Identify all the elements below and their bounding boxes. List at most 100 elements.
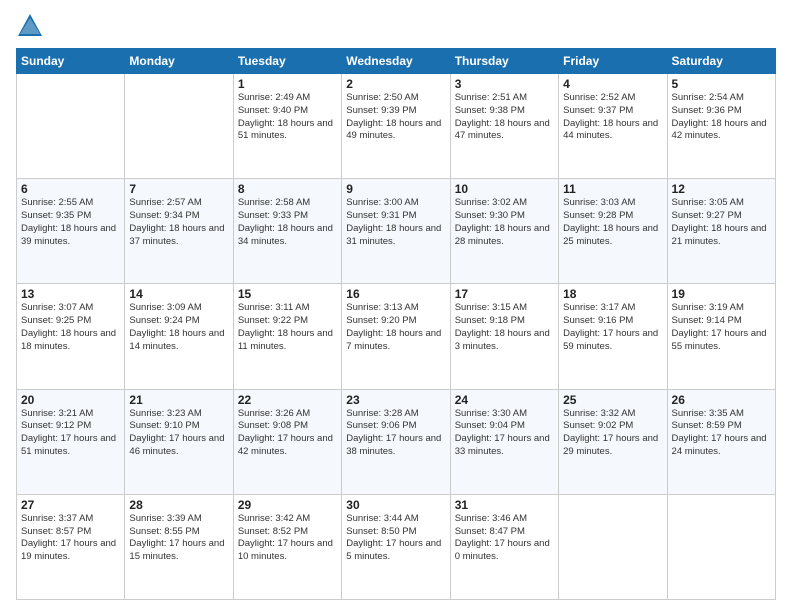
day-number: 24 [455, 393, 554, 407]
day-number: 26 [672, 393, 771, 407]
calendar-cell: 28Sunrise: 3:39 AM Sunset: 8:55 PM Dayli… [125, 494, 233, 599]
calendar-cell: 9Sunrise: 3:00 AM Sunset: 9:31 PM Daylig… [342, 179, 450, 284]
calendar-cell: 11Sunrise: 3:03 AM Sunset: 9:28 PM Dayli… [559, 179, 667, 284]
calendar-header-wednesday: Wednesday [342, 49, 450, 74]
calendar-week-4: 20Sunrise: 3:21 AM Sunset: 9:12 PM Dayli… [17, 389, 776, 494]
day-info: Sunrise: 2:51 AM Sunset: 9:38 PM Dayligh… [455, 92, 554, 143]
calendar-cell: 15Sunrise: 3:11 AM Sunset: 9:22 PM Dayli… [233, 284, 341, 389]
day-number: 10 [455, 182, 554, 196]
calendar-cell [125, 74, 233, 179]
day-number: 31 [455, 498, 554, 512]
calendar-cell: 10Sunrise: 3:02 AM Sunset: 9:30 PM Dayli… [450, 179, 558, 284]
calendar-cell: 7Sunrise: 2:57 AM Sunset: 9:34 PM Daylig… [125, 179, 233, 284]
calendar-cell: 4Sunrise: 2:52 AM Sunset: 9:37 PM Daylig… [559, 74, 667, 179]
calendar-cell: 1Sunrise: 2:49 AM Sunset: 9:40 PM Daylig… [233, 74, 341, 179]
calendar-header-sunday: Sunday [17, 49, 125, 74]
day-number: 27 [21, 498, 120, 512]
calendar-cell: 26Sunrise: 3:35 AM Sunset: 8:59 PM Dayli… [667, 389, 775, 494]
day-number: 19 [672, 287, 771, 301]
calendar-cell [559, 494, 667, 599]
day-info: Sunrise: 3:30 AM Sunset: 9:04 PM Dayligh… [455, 408, 554, 459]
day-info: Sunrise: 2:54 AM Sunset: 9:36 PM Dayligh… [672, 92, 771, 143]
day-number: 7 [129, 182, 228, 196]
calendar-cell: 19Sunrise: 3:19 AM Sunset: 9:14 PM Dayli… [667, 284, 775, 389]
day-info: Sunrise: 3:39 AM Sunset: 8:55 PM Dayligh… [129, 513, 228, 564]
day-number: 20 [21, 393, 120, 407]
calendar-cell: 12Sunrise: 3:05 AM Sunset: 9:27 PM Dayli… [667, 179, 775, 284]
day-number: 3 [455, 77, 554, 91]
day-number: 11 [563, 182, 662, 196]
day-info: Sunrise: 3:21 AM Sunset: 9:12 PM Dayligh… [21, 408, 120, 459]
calendar-cell: 18Sunrise: 3:17 AM Sunset: 9:16 PM Dayli… [559, 284, 667, 389]
header [16, 12, 776, 40]
day-info: Sunrise: 2:50 AM Sunset: 9:39 PM Dayligh… [346, 92, 445, 143]
logo-icon [16, 12, 44, 40]
day-info: Sunrise: 3:05 AM Sunset: 9:27 PM Dayligh… [672, 197, 771, 248]
day-info: Sunrise: 3:26 AM Sunset: 9:08 PM Dayligh… [238, 408, 337, 459]
calendar-cell: 29Sunrise: 3:42 AM Sunset: 8:52 PM Dayli… [233, 494, 341, 599]
page: SundayMondayTuesdayWednesdayThursdayFrid… [0, 0, 792, 612]
day-info: Sunrise: 2:55 AM Sunset: 9:35 PM Dayligh… [21, 197, 120, 248]
calendar-header-saturday: Saturday [667, 49, 775, 74]
day-info: Sunrise: 3:15 AM Sunset: 9:18 PM Dayligh… [455, 302, 554, 353]
calendar-cell: 14Sunrise: 3:09 AM Sunset: 9:24 PM Dayli… [125, 284, 233, 389]
day-info: Sunrise: 3:09 AM Sunset: 9:24 PM Dayligh… [129, 302, 228, 353]
day-info: Sunrise: 3:00 AM Sunset: 9:31 PM Dayligh… [346, 197, 445, 248]
day-info: Sunrise: 3:03 AM Sunset: 9:28 PM Dayligh… [563, 197, 662, 248]
day-number: 17 [455, 287, 554, 301]
day-info: Sunrise: 3:19 AM Sunset: 9:14 PM Dayligh… [672, 302, 771, 353]
calendar-cell: 30Sunrise: 3:44 AM Sunset: 8:50 PM Dayli… [342, 494, 450, 599]
calendar-header-row: SundayMondayTuesdayWednesdayThursdayFrid… [17, 49, 776, 74]
calendar-cell: 27Sunrise: 3:37 AM Sunset: 8:57 PM Dayli… [17, 494, 125, 599]
calendar-cell: 6Sunrise: 2:55 AM Sunset: 9:35 PM Daylig… [17, 179, 125, 284]
calendar-cell: 22Sunrise: 3:26 AM Sunset: 9:08 PM Dayli… [233, 389, 341, 494]
calendar-cell: 2Sunrise: 2:50 AM Sunset: 9:39 PM Daylig… [342, 74, 450, 179]
calendar-cell: 13Sunrise: 3:07 AM Sunset: 9:25 PM Dayli… [17, 284, 125, 389]
day-number: 5 [672, 77, 771, 91]
calendar-cell: 3Sunrise: 2:51 AM Sunset: 9:38 PM Daylig… [450, 74, 558, 179]
day-info: Sunrise: 3:02 AM Sunset: 9:30 PM Dayligh… [455, 197, 554, 248]
calendar-cell: 21Sunrise: 3:23 AM Sunset: 9:10 PM Dayli… [125, 389, 233, 494]
day-info: Sunrise: 3:35 AM Sunset: 8:59 PM Dayligh… [672, 408, 771, 459]
calendar-cell: 25Sunrise: 3:32 AM Sunset: 9:02 PM Dayli… [559, 389, 667, 494]
day-number: 2 [346, 77, 445, 91]
day-info: Sunrise: 2:57 AM Sunset: 9:34 PM Dayligh… [129, 197, 228, 248]
day-number: 22 [238, 393, 337, 407]
day-number: 25 [563, 393, 662, 407]
calendar-week-1: 1Sunrise: 2:49 AM Sunset: 9:40 PM Daylig… [17, 74, 776, 179]
day-info: Sunrise: 3:11 AM Sunset: 9:22 PM Dayligh… [238, 302, 337, 353]
day-info: Sunrise: 3:37 AM Sunset: 8:57 PM Dayligh… [21, 513, 120, 564]
day-info: Sunrise: 3:46 AM Sunset: 8:47 PM Dayligh… [455, 513, 554, 564]
day-number: 15 [238, 287, 337, 301]
day-info: Sunrise: 3:13 AM Sunset: 9:20 PM Dayligh… [346, 302, 445, 353]
day-number: 1 [238, 77, 337, 91]
day-number: 12 [672, 182, 771, 196]
calendar-header-friday: Friday [559, 49, 667, 74]
calendar-header-thursday: Thursday [450, 49, 558, 74]
calendar-table: SundayMondayTuesdayWednesdayThursdayFrid… [16, 48, 776, 600]
day-number: 29 [238, 498, 337, 512]
day-info: Sunrise: 3:44 AM Sunset: 8:50 PM Dayligh… [346, 513, 445, 564]
day-number: 8 [238, 182, 337, 196]
day-number: 18 [563, 287, 662, 301]
day-info: Sunrise: 2:49 AM Sunset: 9:40 PM Dayligh… [238, 92, 337, 143]
calendar-cell: 17Sunrise: 3:15 AM Sunset: 9:18 PM Dayli… [450, 284, 558, 389]
calendar-header-tuesday: Tuesday [233, 49, 341, 74]
day-info: Sunrise: 2:58 AM Sunset: 9:33 PM Dayligh… [238, 197, 337, 248]
calendar-cell: 24Sunrise: 3:30 AM Sunset: 9:04 PM Dayli… [450, 389, 558, 494]
day-number: 16 [346, 287, 445, 301]
day-number: 14 [129, 287, 228, 301]
calendar-week-3: 13Sunrise: 3:07 AM Sunset: 9:25 PM Dayli… [17, 284, 776, 389]
day-info: Sunrise: 3:42 AM Sunset: 8:52 PM Dayligh… [238, 513, 337, 564]
calendar-cell: 8Sunrise: 2:58 AM Sunset: 9:33 PM Daylig… [233, 179, 341, 284]
day-info: Sunrise: 3:28 AM Sunset: 9:06 PM Dayligh… [346, 408, 445, 459]
day-info: Sunrise: 3:17 AM Sunset: 9:16 PM Dayligh… [563, 302, 662, 353]
calendar-week-2: 6Sunrise: 2:55 AM Sunset: 9:35 PM Daylig… [17, 179, 776, 284]
calendar-cell: 31Sunrise: 3:46 AM Sunset: 8:47 PM Dayli… [450, 494, 558, 599]
calendar-cell [667, 494, 775, 599]
day-number: 30 [346, 498, 445, 512]
day-number: 9 [346, 182, 445, 196]
calendar-cell: 23Sunrise: 3:28 AM Sunset: 9:06 PM Dayli… [342, 389, 450, 494]
calendar-cell: 5Sunrise: 2:54 AM Sunset: 9:36 PM Daylig… [667, 74, 775, 179]
calendar-week-5: 27Sunrise: 3:37 AM Sunset: 8:57 PM Dayli… [17, 494, 776, 599]
